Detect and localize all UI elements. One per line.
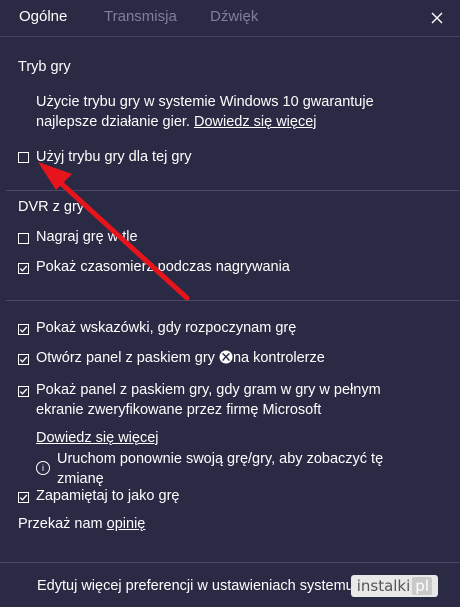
game-mode-heading: Tryb gry [18,59,71,75]
game-mode-description-line2: najlepsze działanie gier. Dowiedz się wi… [36,114,317,130]
restart-info-line1: Uruchom ponownie swoją grę/gry, aby zoba… [57,451,384,467]
game-mode-description-text: najlepsze działanie gier. [36,114,190,130]
open-game-bar-label-prefix: Otwórz panel z paskiem gry [36,350,215,366]
open-game-bar-label[interactable]: Otwórz panel z paskiem gry na kontrolerz… [36,350,325,366]
open-game-bar-checkbox[interactable] [18,354,29,365]
record-background-label[interactable]: Nagraj grę w tle [36,229,138,245]
open-game-bar-label-suffix: na kontrolerze [232,350,325,366]
fullscreen-game-bar-label-line1[interactable]: Pokaż panel z paskiem gry, gdy gram w gr… [36,382,381,398]
game-mode-description-line1: Użycie trybu gry w systemie Windows 10 g… [36,94,374,110]
restart-info-line2: zmianę [57,471,104,487]
record-background-checkbox[interactable] [18,233,29,244]
divider [6,300,460,301]
dvr-heading: DVR z gry [18,199,85,215]
footer: Edytuj więcej preferencji w ustawieniach… [0,562,460,607]
show-timer-checkbox[interactable] [18,263,29,274]
feedback-row: Przekaż nam opinię [18,516,145,532]
xbox-logo-icon [219,350,233,364]
info-icon: i [36,461,50,475]
feedback-link[interactable]: opinię [107,516,146,532]
watermark-text: instalki [356,577,411,595]
watermark: instalki pl [350,575,438,597]
show-timer-label[interactable]: Pokaż czasomierz podczas nagrywania [36,259,290,275]
fullscreen-game-bar-checkbox[interactable] [18,386,29,397]
show-tips-checkbox[interactable] [18,324,29,335]
tab-broadcast[interactable]: Transmisja [104,8,177,25]
learn-more-link[interactable]: Dowiedz się więcej [194,114,317,130]
remember-game-checkbox[interactable] [18,492,29,503]
watermark-suffix: pl [412,577,432,595]
learn-more-link[interactable]: Dowiedz się więcej [36,430,159,446]
game-mode-checkbox-label[interactable]: Użyj trybu gry dla tej gry [36,149,192,165]
remember-game-label[interactable]: Zapamiętaj to jako grę [36,488,179,504]
feedback-text: Przekaż nam [18,516,103,532]
tab-audio[interactable]: Dźwięk [210,8,258,25]
show-tips-label[interactable]: Pokaż wskazówki, gdy rozpoczynam grę [36,320,296,336]
close-icon[interactable] [426,7,448,29]
tab-bar: Ogólne Transmisja Dźwięk [0,0,460,37]
game-mode-checkbox[interactable] [18,152,29,163]
divider [6,190,460,191]
fullscreen-game-bar-label-line2[interactable]: ekranie zweryfikowane przez firmę Micros… [36,402,321,418]
tab-general[interactable]: Ogólne [19,8,67,25]
